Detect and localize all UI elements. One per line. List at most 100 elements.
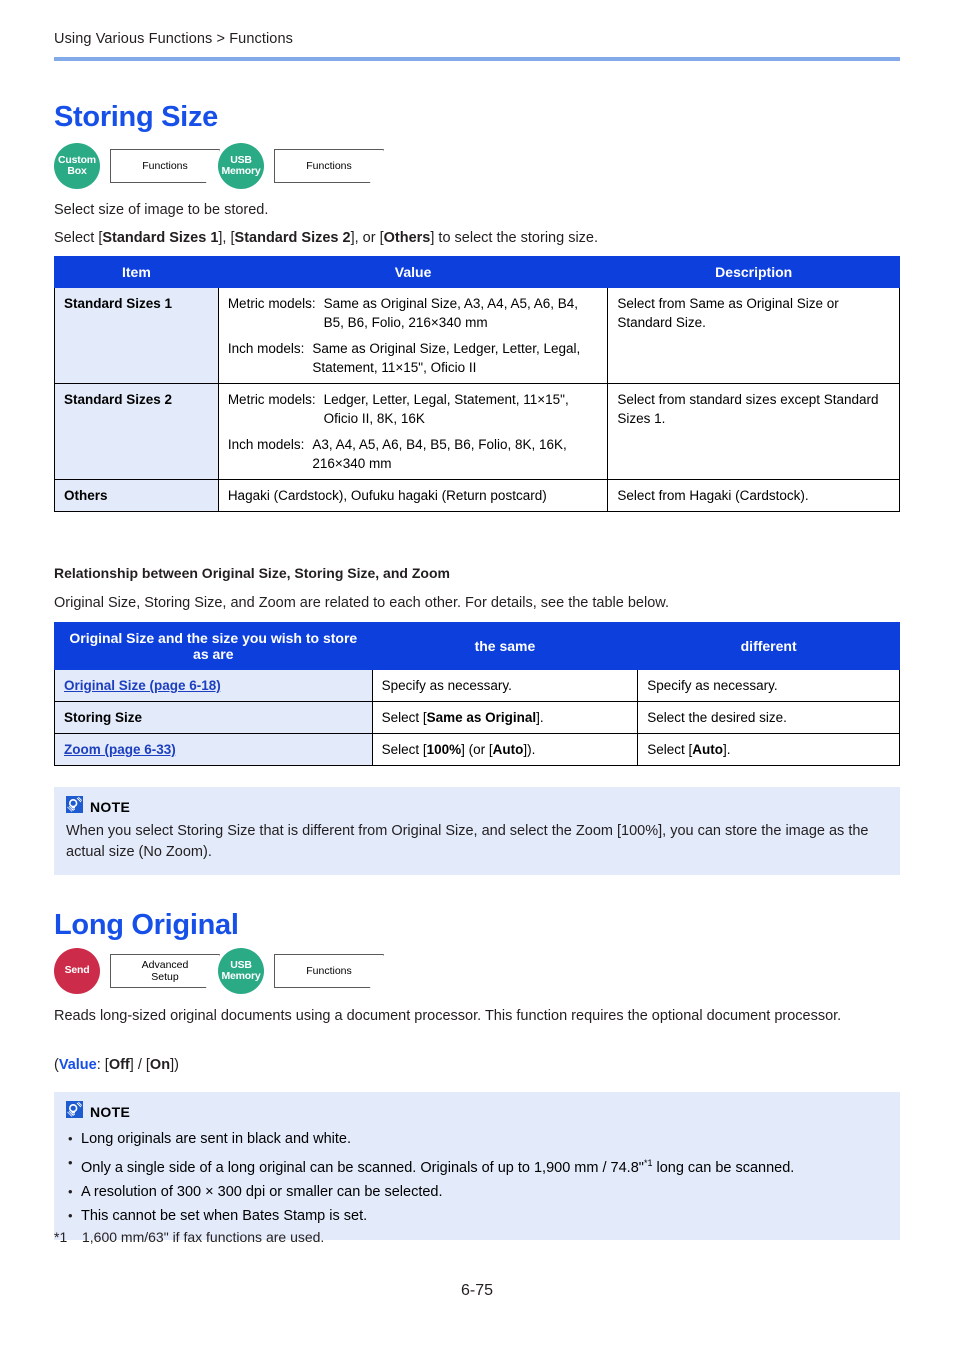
page-number: 6-75 (460, 1282, 494, 1299)
value-sep: : [ (96, 1057, 109, 1073)
table-row: Zoom (page 6-33) Select [100%] (or [Auto… (54, 733, 900, 766)
value-group-label: Inch models: (227, 341, 305, 356)
note-bullet-item: A resolution of 300 × 300 dpi or smaller… (66, 1180, 888, 1204)
badge-circle-line1: Send (64, 964, 90, 977)
cell-item: Standard Sizes 2 (54, 383, 219, 480)
note-bullet-list: Long originals are sent in black and whi… (66, 1127, 888, 1228)
text-pre: Select [ (647, 742, 693, 757)
badge-circle-line2: Memory (221, 970, 261, 982)
value-option-on: On (149, 1057, 171, 1073)
value-mid: ] / [ (129, 1057, 150, 1073)
badge-circle-line2: Memory (221, 165, 261, 177)
badge-tag-line2: Setup (151, 971, 179, 983)
cell-row-label: Zoom (page 6-33) (54, 733, 373, 766)
value-group-text: Same as Original Size, Ledger, Letter, L… (312, 341, 581, 375)
column-header-different: different (637, 622, 900, 670)
cell-item: Standard Sizes 1 (54, 287, 219, 384)
table-row: Standard Sizes 2 Metric models: Ledger, … (54, 383, 900, 480)
note-header: NOTE (66, 796, 888, 818)
cell-row-label: Storing Size (54, 701, 373, 734)
intro2-part-2: ], [ (218, 230, 235, 246)
value-label: Value (58, 1057, 97, 1073)
table-row: Others Hagaki (Cardstock), Oufuku hagaki… (54, 479, 900, 512)
option-auto: Auto (692, 742, 724, 757)
cell-the-same: Select [100%] (or [Auto]). (371, 733, 639, 766)
intro2-opt-others: Others (383, 230, 431, 246)
footnote-text: 1,600 mm/63" if fax functions are used. (82, 1229, 325, 1245)
note-lightbulb-icon (66, 796, 83, 818)
column-header-item: Item (54, 256, 219, 288)
note-body: When you select Storing Size that is dif… (66, 823, 869, 860)
document-page: Using Various Functions > Functions Stor… (0, 0, 954, 1350)
table-header-row: Original Size and the size you wish to s… (54, 622, 900, 670)
link-zoom-page-6-33[interactable]: Zoom (page 6-33) (64, 742, 176, 757)
value-group-text: Hagaki (Cardstock), Oufuku hagaki (Retur… (227, 488, 547, 503)
cell-value: Metric models: Ledger, Letter, Legal, St… (217, 383, 609, 480)
option-100-percent: 100% (426, 742, 462, 757)
text-post: ]. (723, 742, 731, 757)
value-option-off: Off (108, 1057, 130, 1073)
badge-tag-functions: Functions (274, 149, 384, 183)
text-post: ]). (523, 742, 536, 757)
badge-circle-custom-box: Custom Box (54, 143, 100, 189)
note-header: NOTE (66, 1101, 888, 1123)
relationship-table: Original Size and the size you wish to s… (54, 622, 900, 766)
cell-value: Metric models: Same as Original Size, A3… (217, 287, 609, 384)
note-title: NOTE (90, 1104, 131, 1120)
header-rule (54, 57, 900, 61)
footnote: *1 1,600 mm/63" if fax functions are used… (54, 1229, 324, 1245)
value-group-inch: Inch models: A3, A4, A5, A6, B4, B5, B6,… (228, 435, 599, 473)
cell-the-same: Specify as necessary. (371, 669, 639, 702)
note-title: NOTE (90, 799, 131, 815)
relationship-intro: Original Size, Storing Size, and Zoom ar… (54, 595, 669, 611)
table-header-row: Item Value Description (54, 256, 900, 288)
column-header-description: Description (607, 256, 900, 288)
note-bullet-item: Only a single side of a long original ca… (66, 1151, 888, 1180)
cell-different: Select [Auto]. (637, 733, 900, 766)
column-header-value: Value (217, 256, 609, 288)
column-header-the-same: the same (371, 622, 639, 670)
badge-tag-line1: Advanced (141, 959, 189, 971)
cell-different: Select the desired size. (637, 701, 900, 734)
note-box-long-original: NOTE Long originals are sent in black an… (54, 1092, 900, 1240)
note-box-storing-size: NOTE When you select Storing Size that i… (54, 787, 900, 875)
option-auto: Auto (492, 742, 524, 757)
footnote-mark: *1 (54, 1229, 68, 1245)
breadcrumb: Using Various Functions > Functions (54, 31, 293, 47)
storing-size-table: Item Value Description Standard Sizes 1 … (54, 256, 900, 512)
badge-circle-send: Send (54, 948, 100, 994)
long-original-value-line: (Value: [Off] / [On]) (54, 1055, 179, 1076)
cell-row-label: Original Size (page 6-18) (54, 669, 373, 702)
note-bullet-item: Long originals are sent in black and whi… (66, 1127, 888, 1151)
cell-value: Hagaki (Cardstock), Oufuku hagaki (Retur… (217, 479, 609, 512)
table-row: Original Size (page 6-18) Specify as nec… (54, 669, 900, 702)
relationship-heading: Relationship between Original Size, Stor… (54, 565, 450, 581)
cell-description: Select from Hagaki (Cardstock). (607, 479, 900, 512)
intro2-opt-standard-sizes-1: Standard Sizes 1 (102, 230, 219, 246)
value-group-text: A3, A4, A5, A6, B4, B5, B6, Folio, 8K, 1… (312, 437, 567, 471)
cell-the-same: Select [Same as Original]. (371, 701, 639, 734)
note-lightbulb-icon (66, 1101, 83, 1123)
badge-usb-memory: USB Memory Functions (218, 143, 418, 189)
value-group-text: Same as Original Size, A3, A4, A5, A6, B… (323, 296, 578, 330)
cell-item: Others (54, 479, 219, 512)
badge-circle-usb-memory: USB Memory (218, 948, 264, 994)
link-original-size-page-6-18[interactable]: Original Size (page 6-18) (64, 678, 221, 693)
table-row: Storing Size Select [Same as Original]. … (54, 701, 900, 734)
badge-usb-memory: USB Memory Functions (218, 948, 418, 994)
cell-description: Select from standard sizes except Standa… (607, 383, 900, 480)
value-group-metric: Metric models: Ledger, Letter, Legal, St… (228, 390, 599, 428)
bullet-text-pre: Only a single side of a long original ca… (81, 1159, 644, 1176)
value-group-metric: Metric models: Same as Original Size, A3… (228, 294, 599, 332)
bullet-text-post: long can be scanned. (652, 1159, 795, 1176)
storing-size-intro-2: Select [Standard Sizes 1], [Standard Siz… (54, 228, 598, 249)
intro2-part-6: ] to select the storing size. (430, 230, 599, 246)
badge-tag-advanced-setup: Advanced Setup (110, 954, 220, 988)
text-post: ]. (536, 710, 544, 725)
badge-tag-functions: Functions (274, 954, 384, 988)
value-group-label: Inch models: (227, 437, 305, 452)
table-row: Standard Sizes 1 Metric models: Same as … (54, 287, 900, 384)
text-pre: Select [ (381, 710, 427, 725)
long-original-body: Reads long-sized original documents usin… (54, 1008, 842, 1024)
value-group-label: Metric models: (227, 296, 316, 311)
